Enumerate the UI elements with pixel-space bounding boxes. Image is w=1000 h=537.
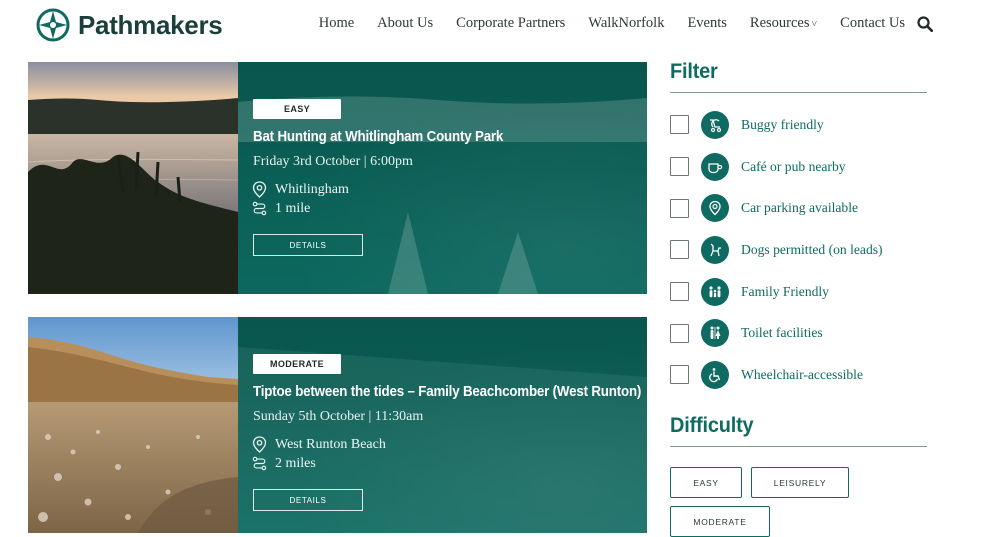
difficulty-divider	[670, 446, 927, 447]
event-title[interactable]: Tiptoe between the tides – Family Beachc…	[253, 384, 641, 400]
event-location: West Runton Beach	[252, 436, 386, 453]
brand-name: Pathmakers	[78, 10, 223, 40]
parking-pin-icon	[701, 194, 729, 223]
filter-checkbox[interactable]	[670, 240, 689, 260]
nav-contact-us[interactable]: Contact Us	[840, 15, 905, 32]
nav-corporate-partners[interactable]: Corporate Partners	[456, 15, 565, 32]
filter-item-family-friendly[interactable]: Family Friendly	[670, 271, 927, 313]
difficulty-easy-button[interactable]: EASY	[670, 467, 742, 498]
chevron-down-icon: ˅	[811, 19, 818, 30]
nav-about-us[interactable]: About Us	[377, 15, 433, 32]
filter-checkbox[interactable]	[670, 157, 689, 177]
filter-item-dogs-permitted[interactable]: Dogs permitted (on leads)	[670, 229, 927, 271]
background-photo-overlay	[238, 96, 647, 294]
filter-item-toilet-facilities[interactable]: Toilet facilities	[670, 312, 927, 354]
location-text: West Runton Beach	[275, 436, 386, 452]
difficulty-moderate-button[interactable]: MODERATE	[670, 506, 770, 537]
filter-checkbox[interactable]	[670, 323, 689, 343]
route-icon	[252, 456, 267, 471]
filter-list: Buggy friendly Café or pub nearby Car pa…	[670, 104, 927, 396]
filter-checkbox[interactable]	[670, 198, 689, 218]
details-button[interactable]: DETAILS	[253, 489, 363, 511]
main-nav: Home About Us Corporate Partners WalkNor…	[319, 15, 905, 32]
nav-walknorfolk[interactable]: WalkNorfolk	[588, 15, 664, 32]
difficulty-section: Difficulty EASY LEISURELY MODERATE	[670, 414, 927, 537]
filter-checkbox[interactable]	[670, 365, 689, 385]
nav-resources[interactable]: Resources ˅	[750, 15, 817, 32]
filter-label: Car parking available	[741, 200, 859, 216]
filter-label: Dogs permitted (on leads)	[741, 241, 883, 257]
pathmakers-logo[interactable]: Pathmakers	[36, 7, 223, 43]
filter-item-wheelchair-accessible[interactable]: Wheelchair-accessible	[670, 354, 927, 396]
event-date: Sunday 5th October | 11:30am	[253, 409, 424, 424]
event-card-details: EASY Bat Hunting at Whitlingham County P…	[238, 62, 647, 294]
event-photo-lake-sunset	[28, 62, 238, 294]
event-distance: 1 mile	[252, 200, 310, 217]
family-icon	[701, 277, 729, 306]
event-card: MODERATE Tiptoe between the tides – Fami…	[28, 317, 647, 533]
location-pin-icon	[252, 436, 267, 453]
filter-label: Buggy friendly	[741, 116, 824, 132]
difficulty-options: EASY LEISURELY MODERATE	[670, 467, 927, 537]
event-title[interactable]: Bat Hunting at Whitlingham County Park	[253, 129, 603, 145]
filter-label: Wheelchair-accessible	[741, 366, 863, 382]
event-distance: 2 miles	[252, 455, 316, 472]
filter-checkbox[interactable]	[670, 282, 689, 302]
filter-checkbox[interactable]	[670, 115, 689, 135]
difficulty-badge: MODERATE	[253, 354, 341, 374]
dog-icon	[701, 235, 729, 264]
nav-events[interactable]: Events	[687, 15, 726, 32]
location-pin-icon	[252, 181, 267, 198]
event-location: Whitlingham	[252, 181, 349, 198]
filter-item-car-parking[interactable]: Car parking available	[670, 187, 927, 229]
filter-label: Family Friendly	[741, 283, 829, 299]
search-icon[interactable]	[917, 16, 933, 32]
toilet-icon	[701, 319, 729, 348]
details-button[interactable]: DETAILS	[253, 234, 363, 256]
location-text: Whitlingham	[275, 181, 349, 197]
filter-heading: Filter	[670, 60, 718, 83]
filter-divider	[670, 92, 927, 93]
difficulty-leisurely-button[interactable]: LEISURELY	[751, 467, 849, 498]
nav-home[interactable]: Home	[319, 15, 354, 32]
filter-item-buggy-friendly[interactable]: Buggy friendly	[670, 104, 927, 146]
site-header: Pathmakers Home About Us Corporate Partn…	[0, 0, 1000, 50]
nav-resources-label: Resources	[749, 15, 810, 31]
event-card-details: MODERATE Tiptoe between the tides – Fami…	[238, 317, 647, 533]
distance-text: 1 mile	[275, 200, 311, 216]
wheelchair-icon	[701, 360, 729, 389]
event-date: Friday 3rd October | 6:00pm	[253, 154, 413, 169]
distance-text: 2 miles	[275, 455, 316, 471]
difficulty-badge: EASY	[253, 99, 341, 119]
difficulty-heading: Difficulty	[670, 414, 754, 437]
buggy-icon	[701, 110, 729, 139]
route-icon	[252, 201, 267, 216]
event-card: EASY Bat Hunting at Whitlingham County P…	[28, 62, 647, 294]
filter-sidebar: Filter Buggy friendly Café or pub nearby…	[670, 60, 927, 396]
filter-label: Café or pub nearby	[741, 158, 846, 174]
filter-item-cafe-or-pub[interactable]: Café or pub nearby	[670, 146, 927, 188]
compass-logo-icon	[36, 8, 70, 42]
event-photo-beach-cliffs	[28, 317, 238, 533]
filter-label: Toilet facilities	[741, 325, 823, 341]
cup-icon	[701, 152, 729, 181]
